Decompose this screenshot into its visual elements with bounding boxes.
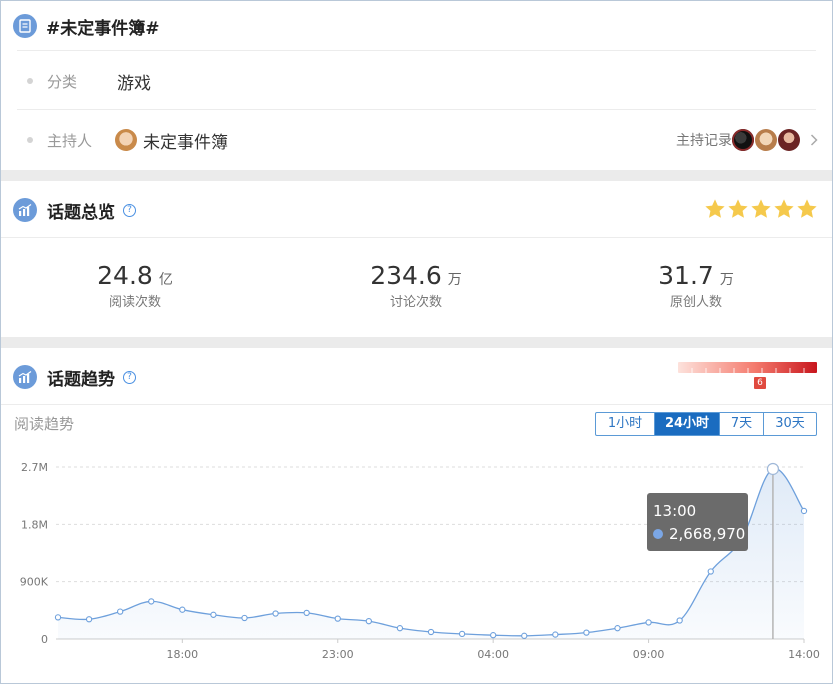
star-icon [751,199,771,218]
trend-header: 话题趋势 ? [1,354,832,400]
document-icon [13,14,37,38]
stat-reads: 24.8 亿 阅读次数 [35,261,235,310]
record-avatar[interactable] [732,129,754,151]
data-point[interactable] [179,606,186,613]
stat-value: 24.8 [97,261,153,290]
data-point[interactable] [552,631,559,638]
x-tick-label: 23:00 [322,648,354,661]
stat-unit: 亿 [158,272,173,288]
data-point[interactable] [303,609,310,617]
data-point[interactable] [614,625,621,632]
time-range-tabs: 1小时 24小时 7天 30天 [595,412,817,436]
star-icon [728,199,748,218]
stat-unit: 万 [447,272,462,288]
bullet-dot [27,137,33,143]
tab-30-days[interactable]: 30天 [763,413,816,435]
data-point[interactable] [645,619,652,626]
topic-card: #未定事件簿# 分类 游戏 主持人 未定事件簿 主持记录 话题总览 ? 24.8… [0,0,833,684]
data-point[interactable] [54,614,62,621]
record-avatar[interactable] [778,129,800,151]
trend-title: 话题趋势 [47,369,115,390]
x-tick-label: 18:00 [166,648,198,661]
help-icon[interactable]: ? [123,370,136,384]
stat-originals: 31.7 万 原创人数 [596,261,796,310]
overview-title: 话题总览 [47,202,115,223]
host-name[interactable]: 未定事件簿 [143,128,228,153]
star-icon [797,199,817,218]
section-gap [1,337,832,348]
tab-1-hour[interactable]: 1小时 [596,413,654,435]
stat-label: 阅读次数 [108,295,161,310]
heat-level-marker: 6 [754,377,766,389]
trend-chart: 0 900K 1.8M 2.7M 18:00 23:00 04:00 09:00 14:00 [20,461,820,661]
bar-chart-icon [13,365,37,389]
help-icon[interactable]: ? [123,203,136,217]
host-records-label[interactable]: 主持记录 [676,130,732,150]
data-point[interactable] [458,630,466,638]
x-tick-label: 04:00 [477,648,509,661]
section-gap [1,170,832,181]
data-point[interactable] [241,614,248,622]
data-point[interactable] [117,608,124,615]
tooltip-time: 13:00 [653,502,697,520]
data-point[interactable] [521,632,528,639]
host-row: 主持人 未定事件簿 主持记录 [17,111,818,169]
heat-bar [678,362,817,373]
x-tick-label: 14:00 [788,648,820,661]
tooltip-value: 2,668,970 [669,525,746,543]
y-tick-label: 2.7M [21,461,48,474]
category-value[interactable]: 游戏 [117,69,151,94]
rating-stars [704,198,818,220]
bullet-dot [27,78,33,84]
host-label: 主持人 [47,131,93,150]
record-avatar[interactable] [755,129,777,151]
data-point[interactable] [272,610,279,617]
x-tick-label: 09:00 [633,648,665,661]
stat-label: 原创人数 [669,295,722,310]
y-tick-label: 1.8M [21,518,48,531]
data-point[interactable] [365,618,372,625]
y-tick-label: 900K [20,576,49,589]
star-icon [705,199,725,218]
data-point[interactable] [583,629,590,636]
tab-7-days[interactable]: 7天 [719,413,763,435]
host-avatar[interactable] [115,129,137,151]
divider [1,404,832,405]
chart-subtitle: 阅读趋势 [14,415,75,433]
highlighted-data-point[interactable] [766,462,780,476]
data-point[interactable] [490,632,497,639]
data-point[interactable] [396,625,404,632]
data-point[interactable] [210,611,217,618]
series-dot [653,529,663,539]
divider [17,109,816,110]
chevron-right-icon[interactable] [810,131,818,150]
data-point[interactable] [85,616,93,623]
y-tick-label: 0 [41,633,48,646]
stat-value: 234.6 [370,261,442,290]
stat-discussions: 234.6 万 讨论次数 [316,261,516,310]
data-point[interactable] [427,628,435,636]
category-row: 分类 游戏 [17,52,816,110]
topic-title[interactable]: #未定事件簿# [46,14,160,39]
divider [1,237,832,238]
stat-unit: 万 [719,272,734,288]
star-icon [774,199,794,218]
stat-value: 31.7 [658,261,714,290]
stat-label: 讨论次数 [389,295,442,310]
divider [17,50,816,51]
data-point[interactable] [334,615,341,622]
data-point[interactable] [148,598,155,605]
topic-header: #未定事件簿# [1,3,832,49]
chart-tooltip: 13:00 2,668,970 [647,493,748,551]
data-point[interactable] [676,617,683,624]
bar-chart-icon [13,198,37,222]
data-point[interactable] [707,568,714,575]
heat-bar-ticks [691,368,805,373]
data-point[interactable] [800,507,808,515]
category-label: 分类 [47,72,78,91]
tab-24-hours[interactable]: 24小时 [654,413,719,435]
